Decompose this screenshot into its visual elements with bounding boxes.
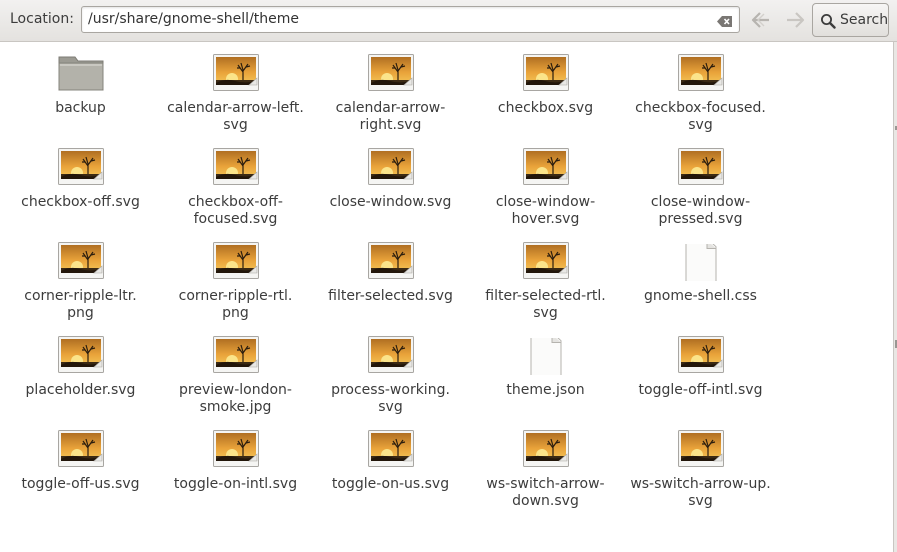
location-path[interactable]: /usr/share/gnome-shell/theme <box>88 11 299 27</box>
search-icon <box>820 13 836 29</box>
file-item[interactable]: toggle-off-intl.svg <box>623 324 778 416</box>
file-item[interactable]: corner-ripple-rtl. png <box>158 230 313 322</box>
file-item[interactable]: checkbox-off.svg <box>3 136 158 228</box>
image-thumbnail-icon <box>213 148 259 185</box>
image-thumbnail-icon <box>368 242 414 279</box>
file-item[interactable]: checkbox-focused. svg <box>623 42 778 134</box>
file-item[interactable]: preview-london- smoke.jpg <box>158 324 313 416</box>
file-name: filter-selected-rtl. svg <box>485 288 606 321</box>
file-name: corner-ripple-ltr. png <box>24 288 137 321</box>
file-name: process-working. svg <box>331 382 450 415</box>
file-item[interactable]: backup <box>3 42 158 134</box>
file-item[interactable]: filter-selected-rtl. svg <box>468 230 623 322</box>
file-item[interactable]: placeholder.svg <box>3 324 158 416</box>
document-icon <box>523 338 569 375</box>
file-item[interactable]: toggle-off-us.svg <box>3 418 158 510</box>
file-name: gnome-shell.css <box>644 288 757 304</box>
file-name: close-window.svg <box>329 194 452 210</box>
image-thumbnail-icon <box>368 54 414 91</box>
location-input[interactable]: /usr/share/gnome-shell/theme <box>81 6 740 33</box>
file-item[interactable]: filter-selected.svg <box>313 230 468 322</box>
image-thumbnail-icon <box>213 242 259 279</box>
file-name: close-window- pressed.svg <box>650 194 751 227</box>
file-name: calendar-arrow- right.svg <box>335 100 446 133</box>
search-button[interactable]: Search <box>812 3 889 37</box>
file-name: checkbox.svg <box>497 100 594 116</box>
file-item[interactable]: toggle-on-us.svg <box>313 418 468 510</box>
image-thumbnail-icon <box>58 148 104 185</box>
clear-icon[interactable] <box>717 13 733 27</box>
file-name: corner-ripple-rtl. png <box>178 288 293 321</box>
image-thumbnail-icon <box>523 148 569 185</box>
image-thumbnail-icon <box>523 430 569 467</box>
image-thumbnail-icon <box>213 430 259 467</box>
image-thumbnail-icon <box>368 430 414 467</box>
file-name: backup <box>55 100 106 116</box>
file-item[interactable]: ws-switch-arrow- down.svg <box>468 418 623 510</box>
file-name: filter-selected.svg <box>328 288 453 304</box>
image-thumbnail-icon <box>58 430 104 467</box>
image-thumbnail-icon <box>523 54 569 91</box>
document-icon <box>678 244 724 281</box>
forward-arrow-icon[interactable] <box>784 10 806 30</box>
file-name: checkbox-off.svg <box>21 194 140 210</box>
image-thumbnail-icon <box>678 54 724 91</box>
image-thumbnail-icon <box>58 242 104 279</box>
image-thumbnail-icon <box>523 242 569 279</box>
image-thumbnail-icon <box>678 148 724 185</box>
file-name: theme.json <box>506 382 585 398</box>
file-item[interactable]: close-window.svg <box>313 136 468 228</box>
file-name: close-window- hover.svg <box>495 194 596 227</box>
file-name: ws-switch-arrow-up. svg <box>630 476 771 509</box>
file-item[interactable]: toggle-on-intl.svg <box>158 418 313 510</box>
location-label: Location: <box>10 11 74 27</box>
image-thumbnail-icon <box>213 54 259 91</box>
file-item[interactable]: close-window- hover.svg <box>468 136 623 228</box>
file-name: calendar-arrow-left. svg <box>167 100 304 133</box>
file-name: checkbox-off- focused.svg <box>188 194 283 227</box>
file-item[interactable]: calendar-arrow-left. svg <box>158 42 313 134</box>
scrollbar[interactable] <box>893 42 897 552</box>
file-grid: backup calendar-arrow-left. svg calendar-a… <box>0 42 893 552</box>
back-arrow-icon[interactable] <box>750 10 772 30</box>
file-name: toggle-off-us.svg <box>21 476 140 492</box>
file-item[interactable]: checkbox-off- focused.svg <box>158 136 313 228</box>
file-name: toggle-on-intl.svg <box>173 476 298 492</box>
image-thumbnail-icon <box>678 336 724 373</box>
file-item[interactable]: corner-ripple-ltr. png <box>3 230 158 322</box>
image-thumbnail-icon <box>368 148 414 185</box>
file-name: placeholder.svg <box>25 382 136 398</box>
file-name: toggle-on-us.svg <box>331 476 450 492</box>
image-thumbnail-icon <box>368 336 414 373</box>
file-name: ws-switch-arrow- down.svg <box>486 476 605 509</box>
search-button-label: Search <box>840 12 889 28</box>
file-name: toggle-off-intl.svg <box>638 382 763 398</box>
location-bar: Location: /usr/share/gnome-shell/theme S… <box>0 0 897 42</box>
image-thumbnail-icon <box>213 336 259 373</box>
file-item[interactable]: close-window- pressed.svg <box>623 136 778 228</box>
folder-icon <box>58 54 104 91</box>
file-name: checkbox-focused. svg <box>635 100 766 133</box>
file-item[interactable]: checkbox.svg <box>468 42 623 134</box>
file-item[interactable]: theme.json <box>468 324 623 416</box>
file-item[interactable]: gnome-shell.css <box>623 230 778 322</box>
file-item[interactable]: calendar-arrow- right.svg <box>313 42 468 134</box>
image-thumbnail-icon <box>678 430 724 467</box>
file-item[interactable]: ws-switch-arrow-up. svg <box>623 418 778 510</box>
file-name: preview-london- smoke.jpg <box>179 382 292 415</box>
file-item[interactable]: process-working. svg <box>313 324 468 416</box>
image-thumbnail-icon <box>58 336 104 373</box>
